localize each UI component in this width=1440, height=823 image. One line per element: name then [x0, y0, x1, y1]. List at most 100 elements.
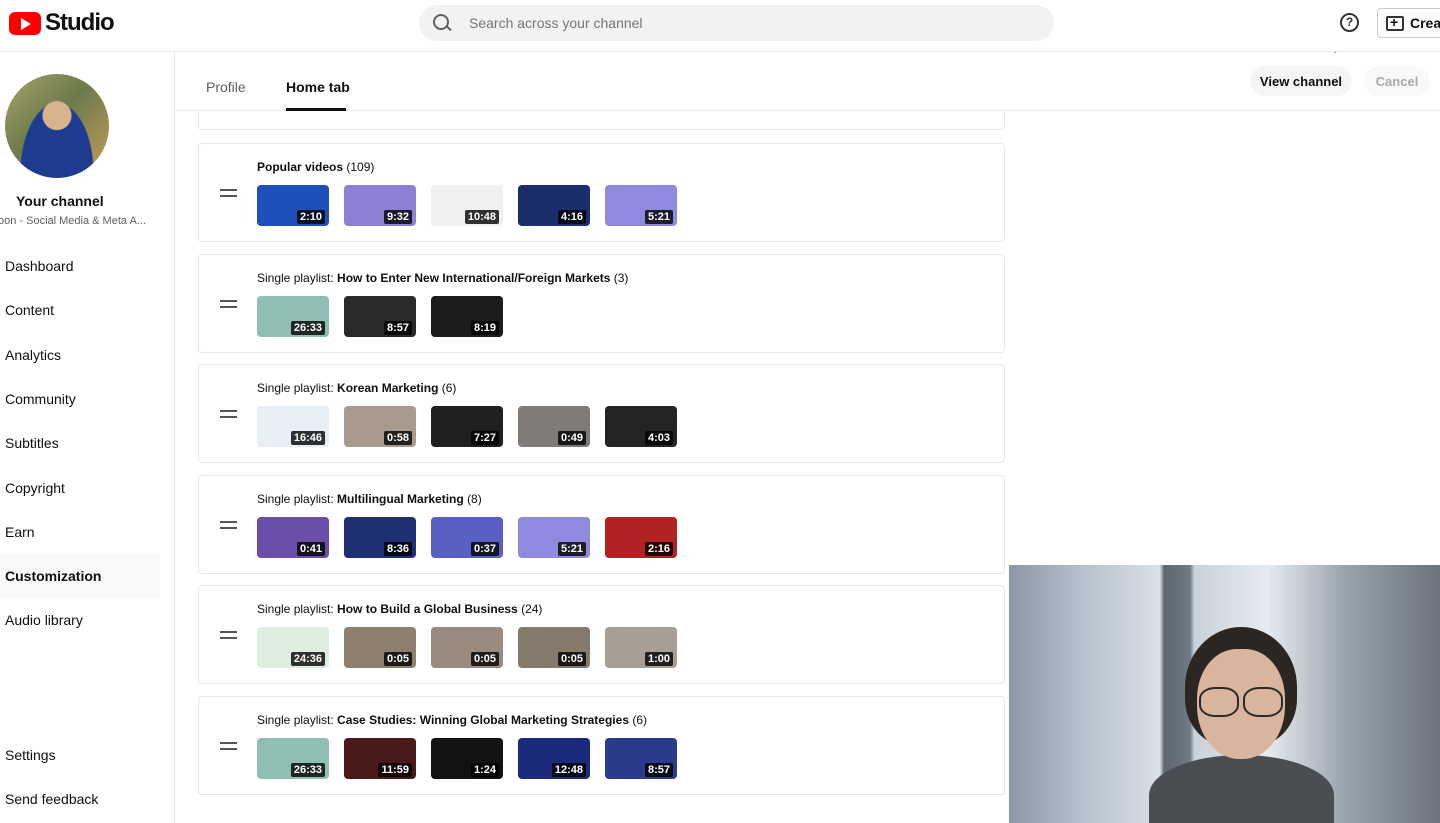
video-duration: 0:37: [470, 541, 499, 556]
channel-avatar[interactable]: [5, 74, 109, 178]
video-thumbnail[interactable]: 16:46: [257, 406, 329, 448]
video-thumbnail[interactable]: 24:36: [257, 627, 329, 669]
sidebar-item-audio-library[interactable]: Audio library: [0, 598, 160, 642]
video-thumbnail[interactable]: 0:41: [257, 516, 329, 558]
video-duration: 8:36: [383, 541, 412, 556]
cancel-button[interactable]: Cancel: [1364, 66, 1430, 96]
video-duration: 2:10: [296, 210, 325, 224]
section-name: Korean Marketing: [337, 381, 439, 396]
video-duration: 10:48: [464, 210, 499, 224]
video-thumbnail[interactable]: 11:59: [344, 738, 416, 779]
video-duration: 26:33: [290, 320, 325, 335]
video-duration: 24:36: [290, 652, 325, 667]
help-icon[interactable]: ?: [1340, 13, 1359, 32]
section-name: How to Enter New International/Foreign M…: [337, 270, 611, 285]
video-thumbnail[interactable]: 4:03: [605, 406, 677, 448]
drag-handle-icon[interactable]: [220, 742, 237, 750]
youtube-logo-icon: [9, 11, 41, 35]
video-thumbnail[interactable]: 8:36: [344, 516, 416, 558]
video-thumbnail[interactable]: 12:48: [518, 738, 590, 779]
sidebar-item-send-feedback[interactable]: Send feedback: [0, 777, 160, 821]
previous-section-card: [198, 110, 1005, 130]
video-thumbnail[interactable]: 0:37: [431, 516, 503, 558]
video-duration: 16:46: [290, 431, 325, 446]
search-icon[interactable]: [433, 14, 451, 32]
view-channel-button[interactable]: View channel: [1250, 66, 1352, 96]
video-thumbnail[interactable]: 7:27: [431, 406, 503, 448]
video-thumbnail[interactable]: 8:57: [605, 738, 677, 779]
section-title: Popular videos (109): [257, 160, 374, 174]
drag-handle-icon[interactable]: [220, 631, 237, 640]
video-duration: 4:16: [557, 210, 586, 224]
section-title: Single playlist: How to Build a Global B…: [257, 602, 542, 616]
home-section[interactable]: Single playlist: How to Enter New Intern…: [198, 253, 1005, 353]
drag-handle-icon[interactable]: [220, 189, 237, 197]
search-input[interactable]: [469, 15, 1029, 31]
sidebar-item-customization[interactable]: Customization: [0, 554, 160, 599]
drag-handle-icon[interactable]: [220, 410, 237, 419]
search-bar[interactable]: [419, 5, 1054, 41]
studio-logo[interactable]: Studio: [9, 9, 115, 37]
video-duration: 0:05: [383, 652, 412, 667]
video-thumbnail[interactable]: 9:32: [344, 185, 416, 226]
video-thumbnail[interactable]: 26:33: [257, 295, 329, 337]
home-section[interactable]: Single playlist: Multilingual Marketing …: [198, 474, 1005, 574]
section-title: Single playlist: Multilingual Marketing …: [257, 492, 482, 506]
video-duration: 8:57: [383, 320, 412, 335]
video-duration: 0:58: [383, 431, 412, 446]
home-section[interactable]: Popular videos (109) 2:10 9:32 10:48 4:16 5:2…: [198, 143, 1005, 242]
video-thumbnail[interactable]: 0:05: [431, 627, 503, 669]
sidebar-item-earn[interactable]: Earn: [0, 510, 160, 554]
home-section[interactable]: Single playlist: How to Build a Global B…: [198, 585, 1005, 685]
logo-text: Studio: [45, 9, 115, 36]
sidebar-item-content[interactable]: Content: [0, 288, 160, 332]
video-thumbnail[interactable]: 2:16: [605, 516, 677, 558]
video-thumbnail[interactable]: 0:05: [344, 627, 416, 669]
sidebar-item-dashboard[interactable]: Dashboard: [0, 244, 160, 288]
video-duration: 2:16: [644, 541, 673, 556]
sidebar-item-copyright[interactable]: Copyright: [0, 466, 160, 510]
video-thumbnail[interactable]: 0:05: [518, 627, 590, 669]
video-duration: 5:21: [644, 210, 673, 224]
section-count: (3): [613, 270, 629, 285]
channel-subtitle: oon - Social Media & Meta A...: [0, 215, 146, 227]
section-name: How to Build a Global Business: [337, 602, 518, 617]
video-thumbnail[interactable]: 1:24: [431, 738, 503, 779]
sidebar-item-analytics[interactable]: Analytics: [0, 333, 160, 377]
home-section[interactable]: Single playlist: Case Studies: Winning G…: [198, 696, 1005, 795]
video-duration: 8:19: [470, 320, 499, 335]
sidebar-item-subtitles[interactable]: Subtitles: [0, 421, 160, 465]
video-thumbnail[interactable]: 2:10: [257, 185, 329, 226]
video-thumbnail[interactable]: 26:33: [257, 738, 329, 779]
drag-handle-icon[interactable]: [220, 520, 237, 529]
channel-title: Your channel: [16, 193, 104, 209]
video-duration: 8:57: [644, 763, 673, 777]
create-label: Crea: [1410, 15, 1440, 31]
video-thumbnail[interactable]: 8:57: [344, 295, 416, 337]
video-thumbnail[interactable]: 8:19: [431, 295, 503, 337]
section-title: Single playlist: Case Studies: Winning G…: [257, 713, 647, 727]
video-thumbnail[interactable]: 4:16: [518, 185, 590, 226]
tab-profile[interactable]: Profile: [206, 79, 246, 95]
create-video-icon: [1386, 14, 1404, 31]
video-thumbnail[interactable]: 0:58: [344, 406, 416, 448]
section-name: Popular videos: [257, 160, 344, 174]
tab-home[interactable]: Home tab: [286, 79, 350, 95]
video-thumbnail[interactable]: 5:21: [518, 516, 590, 558]
create-button[interactable]: Crea: [1377, 8, 1440, 38]
section-title: Single playlist: Korean Marketing (6): [257, 381, 456, 395]
video-thumbnail[interactable]: 0:49: [518, 406, 590, 448]
sidebar-item-community[interactable]: Community: [0, 377, 160, 421]
section-name: Multilingual Marketing: [337, 491, 464, 506]
sidebar-item-settings[interactable]: Settings: [0, 733, 160, 777]
video-duration: 5:21: [557, 541, 586, 556]
section-title: Single playlist: How to Enter New Intern…: [257, 271, 628, 285]
drag-handle-icon[interactable]: [220, 299, 237, 308]
home-section[interactable]: Single playlist: Korean Marketing (6) 16:…: [198, 364, 1005, 464]
video-thumbnail[interactable]: 1:00: [605, 627, 677, 669]
video-thumbnail[interactable]: 10:48: [431, 185, 503, 226]
video-thumbnail[interactable]: 5:21: [605, 185, 677, 226]
section-prefix: Single playlist:: [257, 270, 338, 285]
video-duration: 0:49: [557, 431, 586, 446]
webcam-overlay: [1009, 565, 1440, 823]
